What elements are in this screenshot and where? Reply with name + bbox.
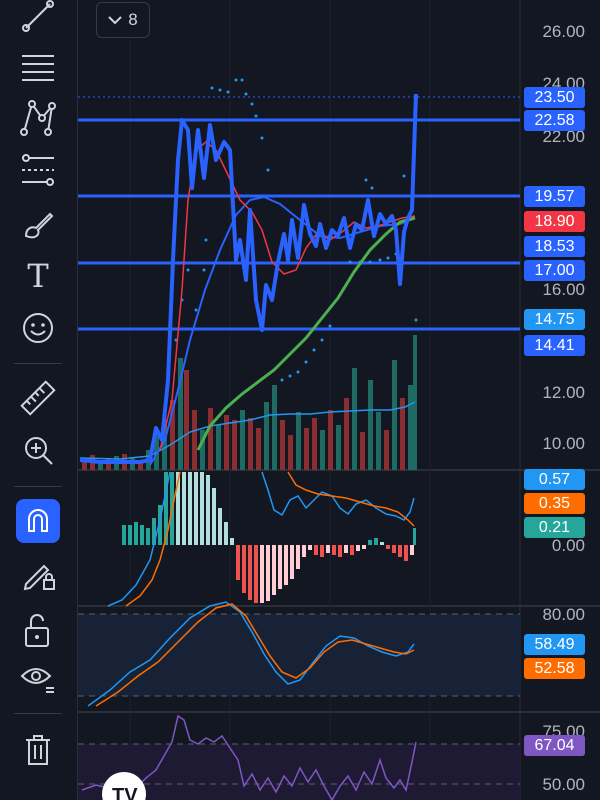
- price-tag: 23.50: [524, 87, 585, 108]
- stoch-top-label: 80.00: [542, 605, 585, 624]
- eye-icon[interactable]: [12, 656, 64, 700]
- svg-text:TV: TV: [112, 785, 138, 800]
- prediction-icon[interactable]: [12, 148, 64, 192]
- ruler-icon[interactable]: [12, 376, 64, 420]
- price-axis-label: 26.00: [542, 22, 585, 41]
- signal-value-tag: 0.35: [524, 493, 585, 514]
- rsi-value-tag: 67.04: [524, 735, 585, 756]
- patterns-icon[interactable]: [12, 96, 64, 140]
- price-tag: 22.58: [524, 110, 585, 131]
- unlock-icon[interactable]: [12, 608, 64, 652]
- rsi-bottom-label: 50.00: [542, 775, 585, 794]
- histogram-value-tag: 0.21: [524, 517, 585, 538]
- price-axis-label: 12.00: [542, 383, 585, 402]
- text-tool-glyph: T: [27, 257, 49, 295]
- brush-icon[interactable]: [12, 202, 64, 246]
- toolbar-divider: [14, 486, 62, 487]
- emoji-icon[interactable]: [12, 306, 64, 350]
- trend-line-icon[interactable]: [12, 0, 64, 38]
- price-axis-label: 10.00: [542, 434, 585, 453]
- indicators-toggle-button[interactable]: 8: [96, 2, 150, 38]
- price-axis-label: 16.00: [542, 280, 585, 299]
- macd-value-tag: 0.57: [524, 469, 585, 490]
- chevron-down-icon: [108, 16, 122, 25]
- price-tag: 18.90: [524, 211, 585, 232]
- zoom-in-icon[interactable]: [12, 428, 64, 472]
- price-tag: 17.00: [524, 260, 585, 281]
- trash-icon[interactable]: [12, 728, 64, 772]
- macd-zero-label: 0.00: [551, 536, 585, 555]
- price-tag: 14.75: [524, 309, 585, 330]
- stoch-k-tag: 58.49: [524, 634, 585, 655]
- drawing-toolbar: T: [0, 0, 78, 800]
- magnet-icon[interactable]: [16, 499, 60, 543]
- price-tag: 18.53: [524, 236, 585, 257]
- text-icon[interactable]: T: [12, 254, 64, 298]
- indicator-count: 8: [128, 10, 138, 29]
- stoch-band: [78, 614, 520, 696]
- price-tag: 19.57: [524, 186, 585, 207]
- stoch-d-tag: 52.58: [524, 658, 585, 679]
- toolbar-divider: [14, 713, 62, 714]
- lock-drawing-icon[interactable]: [12, 552, 64, 596]
- fib-retracement-icon[interactable]: [12, 46, 64, 90]
- toolbar-divider: [14, 363, 62, 364]
- price-tag: 14.41: [524, 335, 585, 356]
